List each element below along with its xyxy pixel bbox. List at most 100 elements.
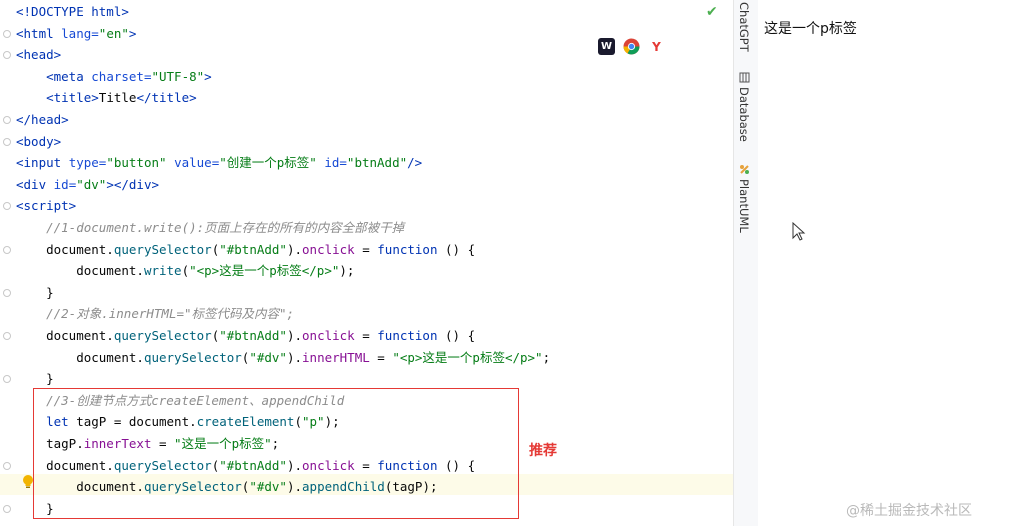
code-line: <div id="dv"></div> <box>16 174 159 195</box>
mouse-cursor-icon <box>792 222 806 241</box>
code-line: } <box>16 368 54 389</box>
code-token: document. <box>16 328 114 343</box>
code-token: ; <box>542 349 551 365</box>
code-token: document. <box>16 241 114 257</box>
code-token: <script> <box>16 198 77 214</box>
code-token: = <box>354 241 378 257</box>
database-icon <box>739 72 749 83</box>
code-token: lang= <box>61 25 99 41</box>
code-line: //1-document.write():页面上存在的所有的内容全部被干掉 <box>16 217 404 238</box>
code-line: document.querySelector("#btnAdd").onclic… <box>16 239 475 260</box>
code-token: ></div> <box>106 176 160 192</box>
code-token: onclick <box>302 241 355 257</box>
code-line: document.write("<p>这是一个p标签</p>"); <box>16 260 354 281</box>
fold-marker-icon[interactable] <box>3 51 11 60</box>
code-token: <head> <box>16 47 62 63</box>
fold-marker-icon[interactable] <box>3 461 11 470</box>
fold-marker-icon[interactable] <box>3 288 11 297</box>
no-problems-check-icon[interactable]: ✔ <box>706 4 718 20</box>
fold-marker-icon[interactable] <box>3 137 11 146</box>
code-line: <meta charset="UTF-8"> <box>16 66 212 87</box>
tab-database-label: Database <box>737 87 751 142</box>
code-line: <script> <box>16 195 76 216</box>
code-token: querySelector <box>113 241 212 257</box>
code-token: "button" <box>106 155 167 171</box>
code-token: = <box>354 328 378 343</box>
recommended-annotation: 推荐 <box>529 443 557 459</box>
code-token: //1-document.write():页面上存在的所有的内容全部被干掉 <box>46 220 405 235</box>
code-token: document. <box>16 263 144 279</box>
code-token: <div <box>16 176 54 192</box>
code-token: <input <box>16 155 69 171</box>
fold-marker-icon[interactable] <box>3 202 11 211</box>
tab-database[interactable]: Database <box>737 72 751 142</box>
code-token: document. <box>16 349 144 365</box>
code-token: type= <box>68 155 107 171</box>
code-token: "<p>这是一个p标签</p>" <box>392 349 543 365</box>
code-token: //2-对象.innerHTML="标签代码及内容"; <box>46 306 295 322</box>
tab-plantuml-label: PlantUML <box>737 179 751 233</box>
code-token: ); <box>339 263 355 279</box>
code-token: "btnAdd" <box>346 155 408 171</box>
code-line: <body> <box>16 131 61 152</box>
code-token: ). <box>286 328 303 343</box>
code-token: id= <box>316 155 347 171</box>
code-token: querySelector <box>143 349 242 365</box>
code-token: <body> <box>16 133 62 149</box>
browser-launch-toolbar: W Y <box>598 38 665 55</box>
code-token: ). <box>286 349 303 365</box>
code-token: Title <box>98 90 137 106</box>
fold-marker-icon[interactable] <box>3 29 11 38</box>
code-token: () { <box>437 241 476 257</box>
code-line: document.querySelector("#btnAdd").onclic… <box>16 325 475 346</box>
code-token: = <box>369 349 393 365</box>
code-token: "#btnAdd" <box>219 241 287 257</box>
code-line: <input type="button" value="创建一个p标签" id=… <box>16 152 422 173</box>
code-token: charset= <box>91 68 152 84</box>
code-line: <head> <box>16 44 61 65</box>
code-token: () { <box>437 328 476 343</box>
code-token: function <box>377 241 438 257</box>
code-token: /> <box>407 155 423 171</box>
code-token: <title> <box>46 90 99 106</box>
fold-marker-icon[interactable] <box>3 245 11 254</box>
code-token: querySelector <box>113 328 212 343</box>
chrome-icon[interactable] <box>623 38 640 55</box>
code-token: ( <box>181 263 190 279</box>
browser-preview-pane: 这是一个p标签 <box>758 0 1024 526</box>
code-token: "#dv" <box>249 349 287 365</box>
code-token: id= <box>53 176 77 192</box>
fold-marker-icon[interactable] <box>3 504 11 513</box>
code-token: "创建一个p标签" <box>219 155 317 171</box>
tab-chatgpt-label: ChatGPT <box>737 2 751 52</box>
plantuml-icon <box>739 165 749 174</box>
code-line: } <box>16 282 54 303</box>
code-token: onclick <box>302 328 355 343</box>
code-token: "en" <box>98 25 129 41</box>
code-token: "dv" <box>76 176 107 192</box>
fold-marker-icon[interactable] <box>3 116 11 124</box>
code-line: <title>Title</title> <box>16 87 197 108</box>
code-token: <html <box>16 25 62 41</box>
code-line: <!DOCTYPE html> <box>16 1 129 22</box>
code-token: </head> <box>16 112 69 127</box>
webstorm-icon[interactable]: W <box>598 38 615 55</box>
tab-plantuml[interactable]: PlantUML <box>737 164 751 233</box>
code-line: //2-对象.innerHTML="标签代码及内容"; <box>16 303 294 324</box>
tab-chatgpt[interactable]: ChatGPT <box>737 2 751 52</box>
fold-marker-icon[interactable] <box>3 375 11 384</box>
code-token: "#btnAdd" <box>219 328 287 343</box>
code-token: value= <box>166 155 220 171</box>
code-editor[interactable]: <!DOCTYPE html> <html lang="en" > <head> <m… <box>0 0 733 526</box>
code-line: document.querySelector("#dv").innerHTML … <box>16 347 550 368</box>
code-token: innerHTML <box>302 349 370 365</box>
yandex-icon[interactable]: Y <box>648 38 665 55</box>
code-line: </head> <box>16 109 69 130</box>
code-token: <meta <box>46 68 92 84</box>
code-token: write <box>143 263 182 279</box>
code-token: > <box>204 68 212 84</box>
fold-marker-icon[interactable] <box>3 332 11 340</box>
